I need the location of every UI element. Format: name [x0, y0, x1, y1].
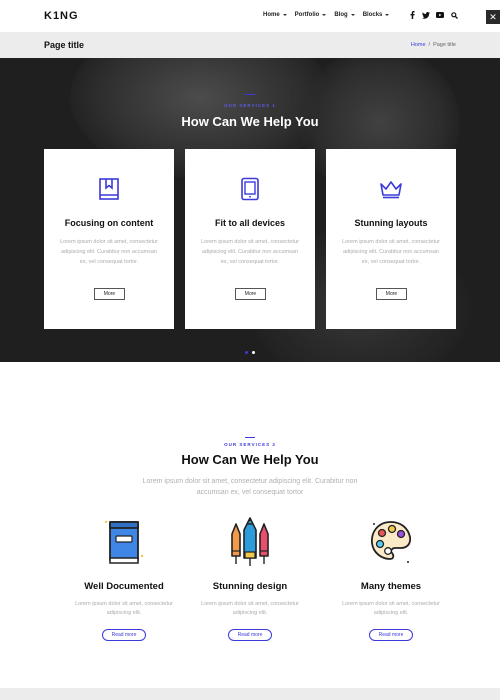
- more-button[interactable]: More: [235, 288, 266, 300]
- chevron-down-icon: [385, 14, 390, 16]
- nav-item-blog[interactable]: Blog: [334, 12, 355, 18]
- feature-item: Many themes Lorem ipsum dolor sit amet, …: [321, 512, 461, 652]
- carousel-dots: [245, 351, 255, 354]
- section-heading: How Can We Help You: [181, 452, 319, 467]
- feature-text: Lorem ipsum dolor sit amet, consectetur …: [342, 601, 440, 616]
- nav-item-home[interactable]: Home: [263, 12, 287, 18]
- service-card: Fit to all devices Lorem ipsum dolor sit…: [185, 149, 315, 329]
- book-illustration-icon: [101, 516, 147, 568]
- service-cards-carousel: Focusing on content Lorem ipsum dolor si…: [44, 149, 456, 329]
- social-links: [408, 11, 458, 19]
- card-text: Lorem ipsum dolor sit amet, consectetur …: [342, 239, 440, 265]
- service-card: Focusing on content Lorem ipsum dolor si…: [44, 149, 174, 329]
- breadcrumb-current: Page title: [433, 42, 456, 48]
- breadcrumb-home-link[interactable]: Home: [411, 42, 426, 48]
- read-more-button[interactable]: Read more: [228, 629, 272, 641]
- nav-item-blocks[interactable]: Blocks: [363, 12, 390, 18]
- section-lead: Lorem ipsum dolor sit amet, consectetur …: [142, 478, 358, 496]
- nav-label-home: Home: [263, 12, 280, 18]
- tablet-icon: [238, 177, 262, 201]
- nav-label-portfolio: Portfolio: [294, 12, 320, 18]
- footer-strip: [0, 688, 500, 700]
- facebook-icon[interactable]: [408, 11, 416, 19]
- search-icon[interactable]: [450, 11, 458, 19]
- feature-item: Well Documented Lorem ipsum dolor sit am…: [54, 512, 194, 652]
- section-eyebrow: OUR SERVICES 1: [224, 103, 276, 108]
- carousel-dot[interactable]: [252, 351, 255, 354]
- service-card: Stunning layouts Lorem ipsum dolor sit a…: [326, 149, 456, 329]
- breadcrumb-separator: /: [428, 42, 431, 48]
- chevron-down-icon: [282, 14, 287, 16]
- palette-illustration-icon: [368, 516, 414, 568]
- site-logo[interactable]: K1NG: [44, 10, 79, 22]
- chevron-down-icon: [350, 14, 355, 16]
- site-header: K1NG Home Portfolio Blog Blocks ✕: [0, 0, 500, 32]
- feature-text: Lorem ipsum dolor sit amet, consectetur …: [201, 601, 299, 616]
- more-button[interactable]: More: [376, 288, 407, 300]
- main-nav: Home Portfolio Blog Blocks: [263, 12, 390, 18]
- accent-divider: [245, 437, 255, 438]
- section-heading: How Can We Help You: [181, 114, 319, 129]
- feature-title: Many themes: [360, 581, 422, 592]
- feature-title: Well Documented: [84, 581, 164, 592]
- breadcrumb: Home / Page title: [411, 42, 456, 48]
- nav-label-blog: Blog: [334, 12, 348, 18]
- chevron-down-icon: [322, 14, 327, 16]
- feature-text: Lorem ipsum dolor sit amet, consectetur …: [75, 601, 173, 616]
- bookmark-book-icon: [97, 177, 121, 201]
- page-title: Page title: [44, 40, 85, 50]
- pencils-illustration-icon: [227, 516, 273, 568]
- card-text: Lorem ipsum dolor sit amet, consectetur …: [201, 239, 299, 265]
- page: K1NG Home Portfolio Blog Blocks ✕ Page t…: [0, 0, 500, 700]
- more-button[interactable]: More: [94, 288, 125, 300]
- accent-divider: [245, 94, 255, 95]
- card-title: Focusing on content: [64, 218, 154, 228]
- card-title: Fit to all devices: [214, 218, 286, 228]
- nav-label-blocks: Blocks: [362, 12, 383, 18]
- read-more-button[interactable]: Read more: [102, 629, 146, 641]
- twitter-icon[interactable]: [422, 11, 430, 19]
- feature-title: Stunning design: [212, 581, 288, 592]
- feature-item: Stunning design Lorem ipsum dolor sit am…: [180, 512, 320, 652]
- close-icon[interactable]: ✕: [486, 10, 500, 24]
- nav-item-portfolio[interactable]: Portfolio: [295, 12, 327, 18]
- card-title: Stunning layouts: [354, 218, 428, 228]
- card-text: Lorem ipsum dolor sit amet, consectetur …: [60, 239, 158, 265]
- section-eyebrow: OUR SERVICES 2: [224, 442, 276, 447]
- page-title-bar: Page title Home / Page title: [0, 32, 500, 58]
- read-more-button[interactable]: Read more: [369, 629, 413, 641]
- youtube-icon[interactable]: [436, 11, 444, 19]
- carousel-dot[interactable]: [245, 351, 248, 354]
- services-hero-section: OUR SERVICES 1 How Can We Help You Focus…: [0, 58, 500, 362]
- crown-icon: [379, 177, 403, 201]
